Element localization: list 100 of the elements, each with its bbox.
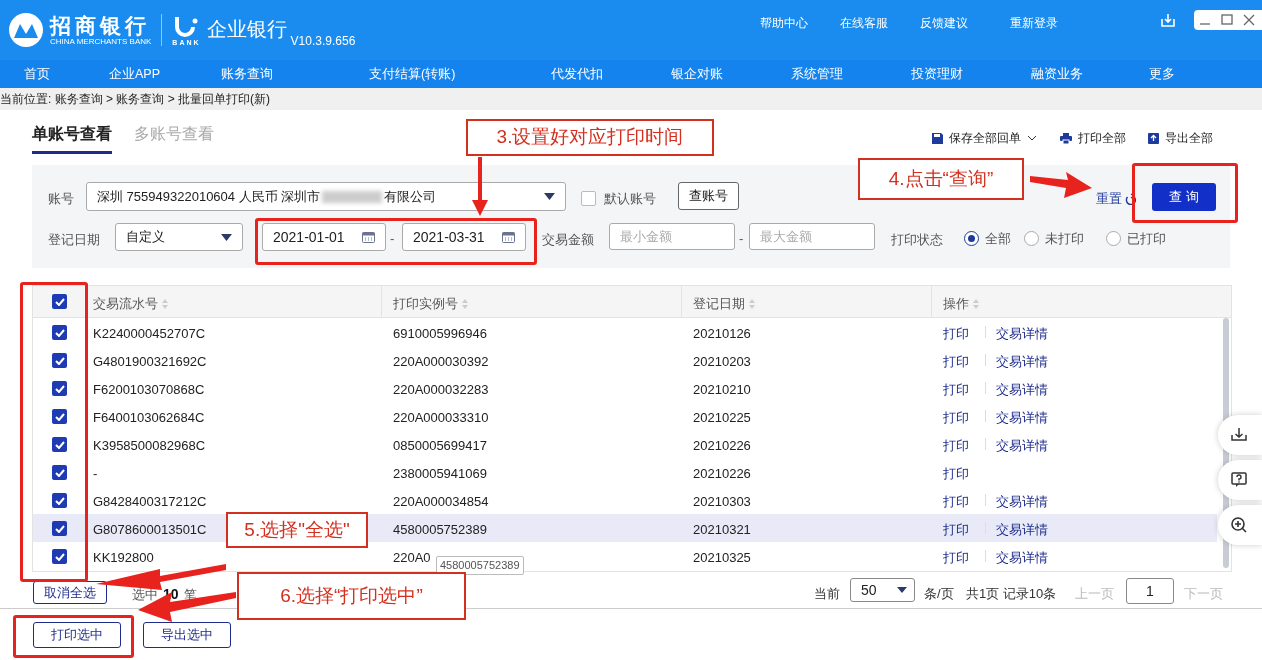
action-link[interactable]: 打印 (943, 380, 969, 400)
table-cell-text: 220A000033310 (393, 409, 489, 427)
action-link[interactable]: 打印 (943, 548, 969, 568)
table-cell-text: - (93, 465, 98, 483)
page-summary: 共1页 记录10条 (966, 585, 1057, 603)
action-link[interactable]: 交易详情 (996, 380, 1048, 400)
radio-label: 全部 (985, 230, 1011, 248)
zoom-in-icon (1230, 516, 1248, 534)
print-selected-button[interactable]: 打印选中 (33, 622, 121, 648)
floating-button[interactable] (1218, 460, 1262, 500)
checkbox[interactable] (52, 353, 67, 368)
download-icon[interactable] (1161, 13, 1175, 27)
table-cell-text: 20210226 (693, 437, 751, 455)
query-button[interactable]: 查 询 (1152, 183, 1216, 211)
checkbox[interactable] (581, 191, 596, 207)
radio-button[interactable] (964, 231, 979, 247)
nav-item[interactable]: 账务查询 (221, 65, 273, 84)
logo-icon (8, 12, 44, 48)
radio-button[interactable] (1106, 231, 1121, 247)
action-link[interactable]: 打印 (943, 436, 969, 456)
annotation-arrow (1030, 172, 1092, 198)
chevron-down-icon (1027, 135, 1037, 141)
tab[interactable]: 单账号查看 (32, 122, 112, 154)
annotation-arrow (472, 157, 488, 216)
nav-item[interactable]: 代发代扣 (551, 65, 603, 84)
floating-button[interactable] (1218, 415, 1262, 455)
sort-icon (162, 298, 168, 309)
column-header[interactable]: 操作 (943, 294, 979, 314)
action-link[interactable]: 交易详情 (996, 436, 1048, 456)
field-label: 交易金额 (542, 231, 594, 249)
page-number-field[interactable]: 1 (1126, 578, 1174, 604)
date-to-field[interactable]: 2021-03-31 (402, 223, 526, 251)
nav-item[interactable]: 银企对账 (671, 65, 723, 84)
checkbox[interactable] (52, 325, 67, 340)
deselect-all-button[interactable]: 取消全选 (33, 581, 107, 604)
selection-label: 选中 (132, 585, 158, 604)
export-icon (1148, 132, 1159, 144)
nav-item[interactable]: 支付结算(转账) (369, 65, 456, 84)
table-cell-text: 6910005996946 (393, 325, 487, 343)
reset-link[interactable]: 重置 (1096, 189, 1136, 209)
toolbar-button[interactable]: 打印全部 (1060, 129, 1126, 147)
max-amount-field[interactable]: 最大金额 (749, 223, 875, 250)
checkbox[interactable] (52, 437, 67, 452)
action-link[interactable]: 交易详情 (996, 548, 1048, 568)
column-header[interactable]: 交易流水号 (93, 294, 168, 314)
checkbox[interactable] (52, 409, 67, 424)
action-link[interactable]: 打印 (943, 492, 969, 512)
action-link[interactable]: 交易详情 (996, 352, 1048, 372)
action-link[interactable]: 打印 (943, 324, 969, 344)
date-from-field[interactable]: 2021-01-01 (262, 223, 386, 251)
toolbar-button[interactable]: 导出全部 (1148, 129, 1213, 147)
min-amount-field[interactable]: 最小金额 (609, 223, 735, 250)
date-mode-select[interactable]: 自定义 (115, 223, 243, 251)
nav-item[interactable]: 首页 (24, 65, 50, 84)
selection-unit: 笔 (183, 585, 197, 604)
action-link[interactable]: 打印 (943, 464, 969, 484)
table-cell-text: KK192800 (93, 549, 154, 567)
checkbox[interactable] (52, 493, 67, 508)
lookup-button[interactable]: 查账号 (678, 182, 739, 210)
action-link[interactable]: 打印 (943, 408, 969, 428)
calendar-icon (502, 231, 515, 243)
column-header[interactable]: 打印实例号 (393, 294, 468, 314)
nav-item[interactable]: 企业APP (109, 65, 160, 84)
action-link[interactable]: 交易详情 (996, 408, 1048, 428)
table-cell-text: 20210325 (693, 549, 751, 567)
checkbox[interactable] (52, 294, 67, 309)
nav-item[interactable]: 融资业务 (1031, 65, 1083, 84)
dropdown-arrow-icon (544, 193, 555, 200)
page-size-select[interactable]: 50 (850, 578, 915, 602)
radio-button[interactable] (1024, 231, 1039, 247)
checkbox[interactable] (52, 549, 67, 564)
checkbox[interactable] (52, 465, 67, 480)
table-cell-text: K2240000452707C (93, 325, 206, 343)
action-link[interactable]: 打印 (943, 352, 969, 372)
table-cell-text: F6200103070868C (93, 381, 205, 399)
floating-button[interactable] (1218, 505, 1262, 545)
export-selected-button[interactable]: 导出选中 (143, 622, 231, 648)
action-link[interactable]: 交易详情 (996, 492, 1048, 512)
version-label: V10.3.9.656 (290, 33, 356, 50)
nav-item[interactable]: 系统管理 (791, 65, 843, 84)
nav-item[interactable]: 更多 (1149, 65, 1175, 84)
radio-label: 未打印 (1045, 230, 1084, 248)
printer-icon (1060, 132, 1072, 144)
action-link[interactable]: 交易详情 (996, 520, 1048, 540)
account-select[interactable]: 深圳 755949322010604 人民币 深圳市 有限公司 (86, 182, 566, 211)
sort-icon (749, 298, 755, 309)
table-cell-text: 0850005699417 (393, 437, 487, 455)
column-header[interactable]: 登记日期 (693, 294, 755, 314)
table-cell-text: 20210321 (693, 521, 751, 539)
action-link[interactable]: 打印 (943, 520, 969, 540)
annotation-callout: 5.选择"全选" (226, 512, 368, 548)
nav-item[interactable]: 投资理财 (911, 65, 963, 84)
checkbox[interactable] (52, 521, 67, 536)
table-cell-text: 220A000030392 (393, 353, 489, 371)
toolbar-button[interactable]: 保存全部回单 (932, 129, 1037, 147)
annotation-callout: 6.选择“打印选中” (237, 572, 466, 620)
checkbox[interactable] (52, 381, 67, 396)
range-separator: - (739, 230, 744, 248)
action-link[interactable]: 交易详情 (996, 324, 1048, 344)
table-cell-text: 20210303 (693, 493, 751, 511)
